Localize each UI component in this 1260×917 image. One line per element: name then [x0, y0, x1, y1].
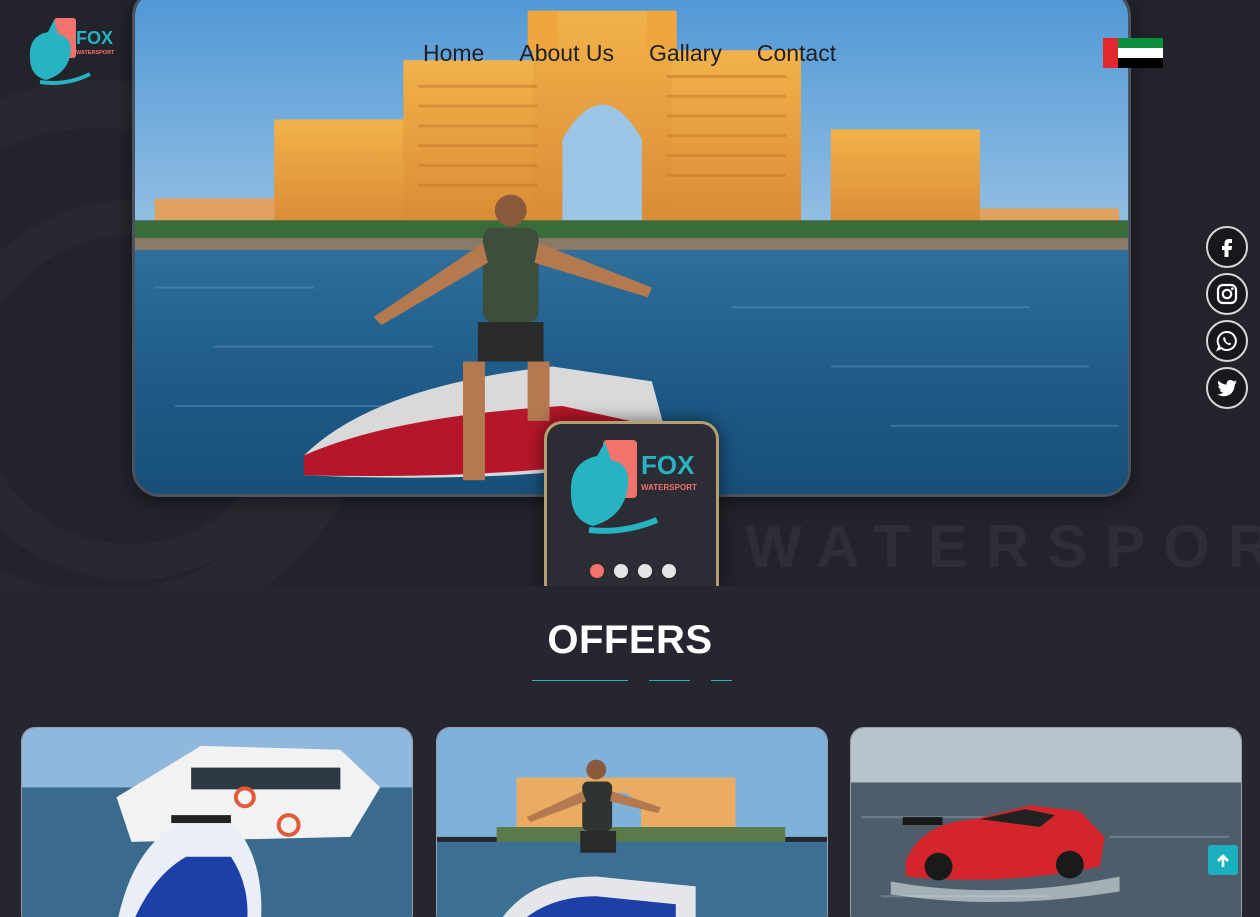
facebook-button[interactable] [1206, 226, 1248, 268]
hero-slide-image [135, 0, 1128, 494]
red-jet-car-photo [851, 728, 1241, 917]
instagram-icon [1216, 283, 1238, 305]
underline-segment [649, 680, 690, 681]
main-nav: Home About Us Gallary Contact [423, 38, 836, 68]
hero-section: WATERSPORT [0, 0, 1260, 586]
carousel-dot[interactable] [662, 564, 676, 578]
flag-red-band [1103, 38, 1118, 68]
twitter-icon [1217, 380, 1237, 397]
nav-contact[interactable]: Contact [757, 38, 836, 68]
flag-stripes [1118, 38, 1163, 68]
site-logo[interactable]: FOX WATERSPORT [26, 16, 120, 88]
nav-home[interactable]: Home [423, 38, 484, 68]
offer-card-yacht[interactable] [21, 727, 413, 917]
underline-segment [711, 680, 732, 681]
background-watermark-text: WATERSPORT [745, 513, 1260, 580]
instagram-button[interactable] [1206, 273, 1248, 315]
svg-text:FOX: FOX [641, 450, 695, 480]
underline-segment [532, 680, 628, 681]
nav-gallary[interactable]: Gallary [649, 38, 722, 68]
whatsapp-icon [1216, 330, 1237, 352]
fox-logo-icon: FOX WATERSPORT [570, 440, 697, 534]
flag-green-stripe [1118, 38, 1163, 48]
offer-card-jetski[interactable] [436, 727, 828, 917]
svg-text:WATERSPORT: WATERSPORT [76, 50, 115, 56]
back-to-top-button[interactable] [1208, 845, 1238, 875]
flag-white-stripe [1118, 48, 1163, 58]
carousel-dot[interactable] [590, 564, 604, 578]
offer-card-jetcar[interactable] [850, 727, 1242, 917]
arrow-up-icon [1217, 854, 1229, 867]
facebook-icon [1222, 239, 1232, 257]
svg-text:WATERSPORT: WATERSPORT [641, 483, 697, 492]
yacht-and-jetski-photo [22, 728, 412, 917]
svg-text:FOX: FOX [76, 28, 113, 48]
flag-black-stripe [1118, 58, 1163, 68]
rider-on-jetski-atlantis-photo [437, 728, 827, 917]
carousel-logo-card: FOX WATERSPORT [544, 421, 719, 586]
nav-about-us[interactable]: About Us [519, 38, 614, 68]
offers-heading: OFFERS [547, 618, 713, 662]
uae-flag-icon[interactable] [1103, 38, 1163, 68]
whatsapp-button[interactable] [1206, 320, 1248, 362]
carousel-dots [590, 564, 676, 578]
social-links [1206, 226, 1248, 409]
offers-heading-underline [0, 680, 1260, 682]
carousel-dot[interactable] [614, 564, 628, 578]
carousel-dot[interactable] [638, 564, 652, 578]
page: WATERSPORT [0, 0, 1260, 917]
twitter-button[interactable] [1206, 367, 1248, 409]
